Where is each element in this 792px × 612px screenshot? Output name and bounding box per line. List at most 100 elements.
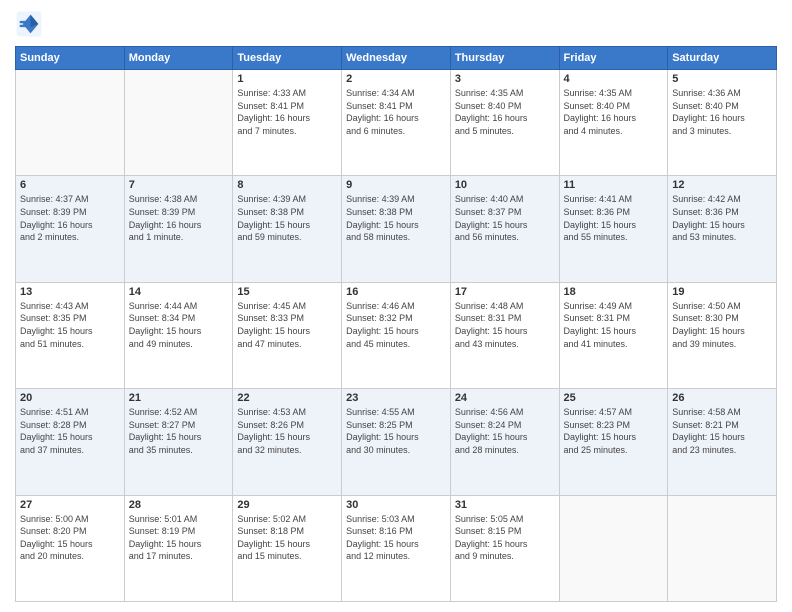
day-info: Sunrise: 4:34 AM Sunset: 8:41 PM Dayligh… [346,87,446,137]
header [15,10,777,38]
day-number: 1 [237,73,337,85]
calendar-cell: 29 Sunrise: 5:02 AM Sunset: 8:18 PM Dayli… [233,495,342,601]
day-info: Sunrise: 4:51 AM Sunset: 8:28 PM Dayligh… [20,406,120,456]
day-number: 16 [346,286,446,298]
day-info: Sunrise: 4:49 AM Sunset: 8:31 PM Dayligh… [564,300,664,350]
day-info: Sunrise: 4:35 AM Sunset: 8:40 PM Dayligh… [564,87,664,137]
calendar-cell [16,70,125,176]
calendar-cell [668,495,777,601]
weekday-thursday: Thursday [450,47,559,70]
day-info: Sunrise: 4:44 AM Sunset: 8:34 PM Dayligh… [129,300,229,350]
day-info: Sunrise: 4:58 AM Sunset: 8:21 PM Dayligh… [672,406,772,456]
day-info: Sunrise: 4:36 AM Sunset: 8:40 PM Dayligh… [672,87,772,137]
calendar-cell: 22 Sunrise: 4:53 AM Sunset: 8:26 PM Dayli… [233,389,342,495]
day-info: Sunrise: 4:33 AM Sunset: 8:41 PM Dayligh… [237,87,337,137]
calendar-table: SundayMondayTuesdayWednesdayThursdayFrid… [15,46,777,602]
calendar-cell: 10Sunrise: 4:40 AM Sunset: 8:37 PM Dayli… [450,176,559,282]
page: SundayMondayTuesdayWednesdayThursdayFrid… [0,0,792,612]
calendar-cell: 27 Sunrise: 5:00 AM Sunset: 8:20 PM Dayli… [16,495,125,601]
weekday-header-row: SundayMondayTuesdayWednesdayThursdayFrid… [16,47,777,70]
day-number: 20 [20,392,120,404]
weekday-sunday: Sunday [16,47,125,70]
calendar-cell: 24 Sunrise: 4:56 AM Sunset: 8:24 PM Dayli… [450,389,559,495]
day-info: Sunrise: 4:37 AM Sunset: 8:39 PM Dayligh… [20,193,120,243]
calendar-cell: 13Sunrise: 4:43 AM Sunset: 8:35 PM Dayli… [16,282,125,388]
weekday-monday: Monday [124,47,233,70]
day-info: Sunrise: 5:00 AM Sunset: 8:20 PM Dayligh… [20,513,120,563]
day-info: Sunrise: 4:52 AM Sunset: 8:27 PM Dayligh… [129,406,229,456]
calendar-cell: 3 Sunrise: 4:35 AM Sunset: 8:40 PM Daylig… [450,70,559,176]
day-info: Sunrise: 4:57 AM Sunset: 8:23 PM Dayligh… [564,406,664,456]
day-info: Sunrise: 5:05 AM Sunset: 8:15 PM Dayligh… [455,513,555,563]
day-number: 5 [672,73,772,85]
calendar-cell: 21Sunrise: 4:52 AM Sunset: 8:27 PM Dayli… [124,389,233,495]
week-row-2: 6 Sunrise: 4:37 AM Sunset: 8:39 PM Daylig… [16,176,777,282]
weekday-saturday: Saturday [668,47,777,70]
day-info: Sunrise: 4:43 AM Sunset: 8:35 PM Dayligh… [20,300,120,350]
day-number: 24 [455,392,555,404]
day-info: Sunrise: 4:53 AM Sunset: 8:26 PM Dayligh… [237,406,337,456]
calendar-cell: 6 Sunrise: 4:37 AM Sunset: 8:39 PM Daylig… [16,176,125,282]
day-info: Sunrise: 5:02 AM Sunset: 8:18 PM Dayligh… [237,513,337,563]
day-number: 27 [20,499,120,511]
calendar-cell: 4Sunrise: 4:35 AM Sunset: 8:40 PM Daylig… [559,70,668,176]
week-row-3: 13Sunrise: 4:43 AM Sunset: 8:35 PM Dayli… [16,282,777,388]
day-number: 22 [237,392,337,404]
day-number: 3 [455,73,555,85]
calendar-cell: 16Sunrise: 4:46 AM Sunset: 8:32 PM Dayli… [342,282,451,388]
day-info: Sunrise: 4:41 AM Sunset: 8:36 PM Dayligh… [564,193,664,243]
day-info: Sunrise: 4:45 AM Sunset: 8:33 PM Dayligh… [237,300,337,350]
calendar-cell: 30 Sunrise: 5:03 AM Sunset: 8:16 PM Dayli… [342,495,451,601]
day-info: Sunrise: 4:39 AM Sunset: 8:38 PM Dayligh… [346,193,446,243]
day-info: Sunrise: 4:40 AM Sunset: 8:37 PM Dayligh… [455,193,555,243]
day-number: 31 [455,499,555,511]
day-number: 17 [455,286,555,298]
day-number: 8 [237,179,337,191]
calendar-cell: 11 Sunrise: 4:41 AM Sunset: 8:36 PM Dayli… [559,176,668,282]
calendar-cell: 8 Sunrise: 4:39 AM Sunset: 8:38 PM Daylig… [233,176,342,282]
weekday-tuesday: Tuesday [233,47,342,70]
calendar-cell: 7 Sunrise: 4:38 AM Sunset: 8:39 PM Daylig… [124,176,233,282]
day-number: 9 [346,179,446,191]
week-row-1: 1 Sunrise: 4:33 AM Sunset: 8:41 PM Daylig… [16,70,777,176]
day-info: Sunrise: 5:03 AM Sunset: 8:16 PM Dayligh… [346,513,446,563]
day-info: Sunrise: 4:56 AM Sunset: 8:24 PM Dayligh… [455,406,555,456]
weekday-wednesday: Wednesday [342,47,451,70]
day-number: 29 [237,499,337,511]
calendar-cell: 1 Sunrise: 4:33 AM Sunset: 8:41 PM Daylig… [233,70,342,176]
calendar-cell: 28Sunrise: 5:01 AM Sunset: 8:19 PM Dayli… [124,495,233,601]
day-number: 12 [672,179,772,191]
calendar-cell: 25Sunrise: 4:57 AM Sunset: 8:23 PM Dayli… [559,389,668,495]
calendar-cell: 23 Sunrise: 4:55 AM Sunset: 8:25 PM Dayli… [342,389,451,495]
day-info: Sunrise: 4:38 AM Sunset: 8:39 PM Dayligh… [129,193,229,243]
day-info: Sunrise: 5:01 AM Sunset: 8:19 PM Dayligh… [129,513,229,563]
week-row-5: 27 Sunrise: 5:00 AM Sunset: 8:20 PM Dayli… [16,495,777,601]
logo [15,10,47,38]
calendar-cell: 5 Sunrise: 4:36 AM Sunset: 8:40 PM Daylig… [668,70,777,176]
day-number: 7 [129,179,229,191]
day-info: Sunrise: 4:55 AM Sunset: 8:25 PM Dayligh… [346,406,446,456]
day-number: 6 [20,179,120,191]
day-info: Sunrise: 4:35 AM Sunset: 8:40 PM Dayligh… [455,87,555,137]
calendar-cell: 20 Sunrise: 4:51 AM Sunset: 8:28 PM Dayli… [16,389,125,495]
calendar-cell: 26 Sunrise: 4:58 AM Sunset: 8:21 PM Dayli… [668,389,777,495]
day-number: 18 [564,286,664,298]
calendar-cell: 17 Sunrise: 4:48 AM Sunset: 8:31 PM Dayli… [450,282,559,388]
logo-icon [15,10,43,38]
day-number: 30 [346,499,446,511]
calendar-cell: 19Sunrise: 4:50 AM Sunset: 8:30 PM Dayli… [668,282,777,388]
day-info: Sunrise: 4:42 AM Sunset: 8:36 PM Dayligh… [672,193,772,243]
day-info: Sunrise: 4:48 AM Sunset: 8:31 PM Dayligh… [455,300,555,350]
day-number: 23 [346,392,446,404]
day-info: Sunrise: 4:50 AM Sunset: 8:30 PM Dayligh… [672,300,772,350]
day-number: 15 [237,286,337,298]
day-number: 11 [564,179,664,191]
calendar-cell: 2Sunrise: 4:34 AM Sunset: 8:41 PM Daylig… [342,70,451,176]
day-number: 26 [672,392,772,404]
calendar-cell: 14 Sunrise: 4:44 AM Sunset: 8:34 PM Dayli… [124,282,233,388]
calendar-cell: 12 Sunrise: 4:42 AM Sunset: 8:36 PM Dayli… [668,176,777,282]
calendar-cell: 18 Sunrise: 4:49 AM Sunset: 8:31 PM Dayli… [559,282,668,388]
calendar-cell [124,70,233,176]
day-info: Sunrise: 4:39 AM Sunset: 8:38 PM Dayligh… [237,193,337,243]
day-number: 14 [129,286,229,298]
